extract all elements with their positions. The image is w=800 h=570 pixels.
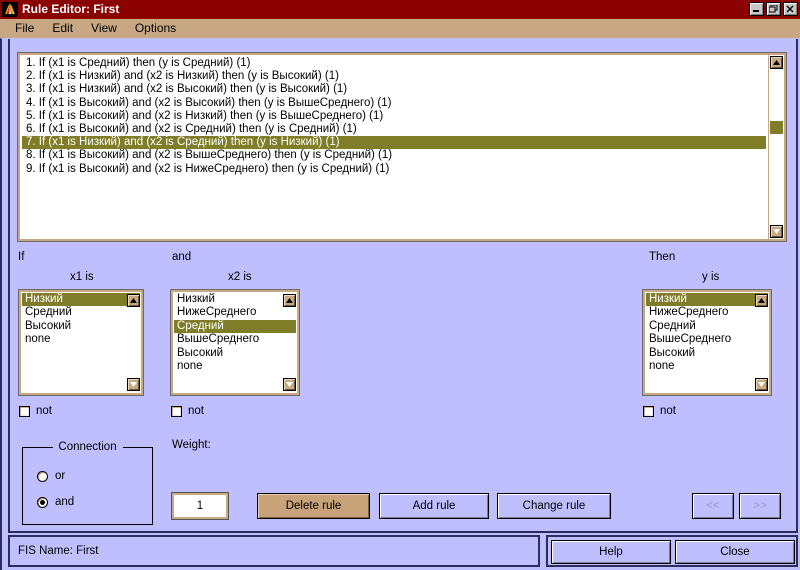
rule-item[interactable]: 2. If (x1 is Низкий) and (x2 is Низкий) …	[22, 70, 766, 83]
y-option-selected[interactable]: Низкий	[646, 293, 768, 306]
x1-scrollbar[interactable]	[127, 293, 140, 392]
rule-list[interactable]: 1. If (x1 is Средний) then (y is Средний…	[22, 57, 766, 176]
x2-not-row[interactable]: not	[171, 405, 204, 417]
minimize-button[interactable]	[749, 2, 764, 16]
scroll-up-icon[interactable]	[127, 294, 140, 307]
x1-list[interactable]: Низкий Средний Высокий none	[22, 293, 140, 392]
rule-editor-window: Rule Editor: First File Edit View Option…	[0, 0, 800, 570]
if-label: If	[18, 251, 24, 263]
y-not-row[interactable]: not	[643, 405, 676, 417]
scrollbar-thumb[interactable]	[770, 121, 783, 134]
change-rule-button[interactable]: Change rule	[497, 493, 611, 519]
x2-option[interactable]: Низкий	[174, 293, 296, 306]
restore-button[interactable]	[766, 2, 781, 16]
footer-panel: Help Close	[546, 535, 798, 567]
matlab-membrane-icon	[2, 2, 18, 17]
x1-option[interactable]: none	[22, 333, 140, 346]
rule-item[interactable]: 3. If (x1 is Низкий) and (x2 is Высокий)…	[22, 83, 766, 96]
connection-option-and[interactable]: and	[37, 496, 74, 508]
rule-item[interactable]: 6. If (x1 is Высокий) and (x2 is Средний…	[22, 123, 766, 136]
delete-rule-button[interactable]: Delete rule	[257, 493, 370, 519]
scroll-down-icon[interactable]	[770, 225, 783, 238]
rule-item[interactable]: 1. If (x1 is Средний) then (y is Средний…	[22, 57, 766, 70]
y-option[interactable]: Средний	[646, 320, 768, 333]
rule-item[interactable]: 9. If (x1 is Высокий) and (x2 is НижеСре…	[22, 163, 766, 176]
weight-label: Weight:	[172, 439, 211, 451]
bottom-divider	[8, 531, 798, 533]
rule-list-box[interactable]: 1. If (x1 is Средний) then (y is Средний…	[18, 53, 786, 241]
x2-not-checkbox[interactable]	[171, 406, 182, 417]
scroll-down-icon[interactable]	[127, 378, 140, 391]
scroll-up-icon[interactable]	[283, 294, 296, 307]
menu-item-file[interactable]: File	[6, 19, 43, 38]
client-area: 1. If (x1 is Средний) then (y is Средний…	[0, 38, 800, 570]
rule-list-scrollbar[interactable]	[768, 55, 784, 239]
connection-and-label: and	[55, 496, 74, 508]
rule-item-selected[interactable]: 7. If (x1 is Низкий) and (x2 is Средний)…	[22, 136, 766, 149]
x2-not-label: not	[188, 405, 204, 417]
menu-item-view[interactable]: View	[82, 19, 126, 38]
add-rule-button[interactable]: Add rule	[379, 493, 489, 519]
menu-bar: File Edit View Options	[0, 19, 800, 38]
x2-scrollbar[interactable]	[283, 293, 296, 392]
connection-option-or[interactable]: or	[37, 470, 65, 482]
x1-caption: x1 is	[70, 271, 94, 283]
y-listbox[interactable]: Низкий НижеСреднего Средний ВышеСреднего…	[643, 290, 771, 395]
x2-option-selected[interactable]: Средний	[174, 320, 296, 333]
y-option[interactable]: ВышеСреднего	[646, 333, 768, 346]
rule-item[interactable]: 4. If (x1 is Высокий) and (x2 is Высокий…	[22, 97, 766, 110]
x2-option[interactable]: НижеСреднего	[174, 306, 296, 319]
previous-page-button[interactable]: <<	[692, 493, 734, 519]
y-list[interactable]: Низкий НижеСреднего Средний ВышеСреднего…	[646, 293, 768, 392]
weight-input[interactable]: 1	[172, 493, 228, 519]
y-not-label: not	[660, 405, 676, 417]
scroll-down-icon[interactable]	[755, 378, 768, 391]
window-title: Rule Editor: First	[22, 0, 119, 19]
x1-not-row[interactable]: not	[19, 405, 52, 417]
y-caption: y is	[702, 271, 719, 283]
x2-option[interactable]: Высокий	[174, 347, 296, 360]
next-page-button[interactable]: >>	[739, 493, 781, 519]
rule-item[interactable]: 5. If (x1 is Высокий) and (x2 is Низкий)…	[22, 110, 766, 123]
scroll-up-icon[interactable]	[770, 56, 783, 69]
right-rail-divider	[796, 39, 798, 533]
x2-caption: x2 is	[228, 271, 252, 283]
window-controls	[749, 2, 798, 16]
menu-item-edit[interactable]: Edit	[43, 19, 82, 38]
radio-and-icon[interactable]	[37, 497, 48, 508]
y-option[interactable]: НижеСреднего	[646, 306, 768, 319]
status-bar: FIS Name: First	[8, 535, 540, 567]
radio-or-icon[interactable]	[37, 471, 48, 482]
y-not-checkbox[interactable]	[643, 406, 654, 417]
connection-or-label: or	[55, 470, 65, 482]
and-label: and	[172, 251, 191, 263]
connection-group-title: Connection	[52, 441, 122, 453]
rule-item[interactable]: 8. If (x1 is Высокий) and (x2 is ВышеСре…	[22, 149, 766, 162]
title-bar[interactable]: Rule Editor: First	[0, 0, 800, 19]
menu-item-options[interactable]: Options	[126, 19, 185, 38]
help-button[interactable]: Help	[551, 540, 671, 564]
y-scrollbar[interactable]	[755, 293, 768, 392]
close-button-footer[interactable]: Close	[675, 540, 795, 564]
x1-option[interactable]: Высокий	[22, 320, 140, 333]
x1-listbox[interactable]: Низкий Средний Высокий none	[19, 290, 143, 395]
x2-listbox[interactable]: Низкий НижеСреднего Средний ВышеСреднего…	[171, 290, 299, 395]
left-rail-divider	[8, 39, 10, 533]
x1-not-checkbox[interactable]	[19, 406, 30, 417]
then-label: Then	[649, 251, 675, 263]
y-option[interactable]: Высокий	[646, 347, 768, 360]
scroll-down-icon[interactable]	[283, 378, 296, 391]
scroll-up-icon[interactable]	[755, 294, 768, 307]
x2-list[interactable]: Низкий НижеСреднего Средний ВышеСреднего…	[174, 293, 296, 392]
y-option[interactable]: none	[646, 360, 768, 373]
x2-option[interactable]: none	[174, 360, 296, 373]
x1-option[interactable]: Средний	[22, 306, 140, 319]
x1-option-selected[interactable]: Низкий	[22, 293, 140, 306]
close-button[interactable]	[783, 2, 798, 16]
x2-option[interactable]: ВышеСреднего	[174, 333, 296, 346]
x1-not-label: not	[36, 405, 52, 417]
connection-group: Connection or and	[22, 447, 153, 525]
